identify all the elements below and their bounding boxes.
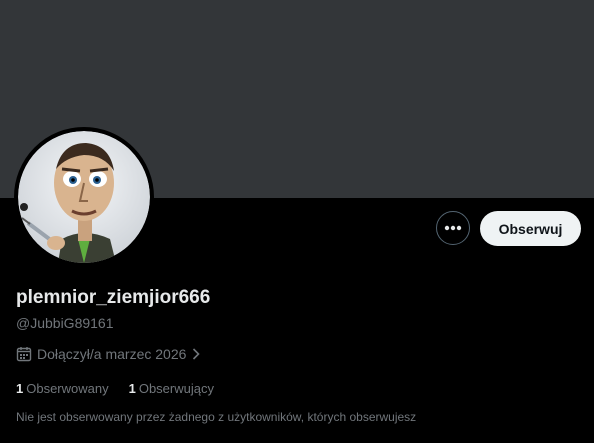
chevron-right-icon xyxy=(192,348,201,360)
following-count: 1 xyxy=(16,381,24,396)
followers-you-know-note: Nie jest obserwowany przez żadnego z uży… xyxy=(16,410,417,424)
joined-date-label: Dołączył/a marzec 2026 xyxy=(37,346,187,362)
display-name: plemnior_ziemjior666 xyxy=(16,287,211,308)
followers-count: 1 xyxy=(128,381,136,396)
avatar[interactable] xyxy=(14,127,154,267)
followers-link[interactable]: 1 Obserwujący xyxy=(129,381,214,396)
follow-button[interactable]: Obserwuj xyxy=(480,211,581,246)
followers-label: Obserwujący xyxy=(138,381,214,396)
joined-date[interactable]: Dołączył/a marzec 2026 xyxy=(16,346,201,362)
following-link[interactable]: 1 Obserwowany xyxy=(16,381,109,396)
avatar-image xyxy=(18,131,150,263)
more-options-button[interactable] xyxy=(436,211,470,245)
user-handle: @JubbiG89161 xyxy=(16,315,114,331)
calendar-icon xyxy=(16,346,32,362)
more-dots-icon xyxy=(444,225,462,231)
following-label: Obserwowany xyxy=(26,381,109,396)
follow-stats: 1 Obserwowany 1 Obserwujący xyxy=(16,381,234,396)
